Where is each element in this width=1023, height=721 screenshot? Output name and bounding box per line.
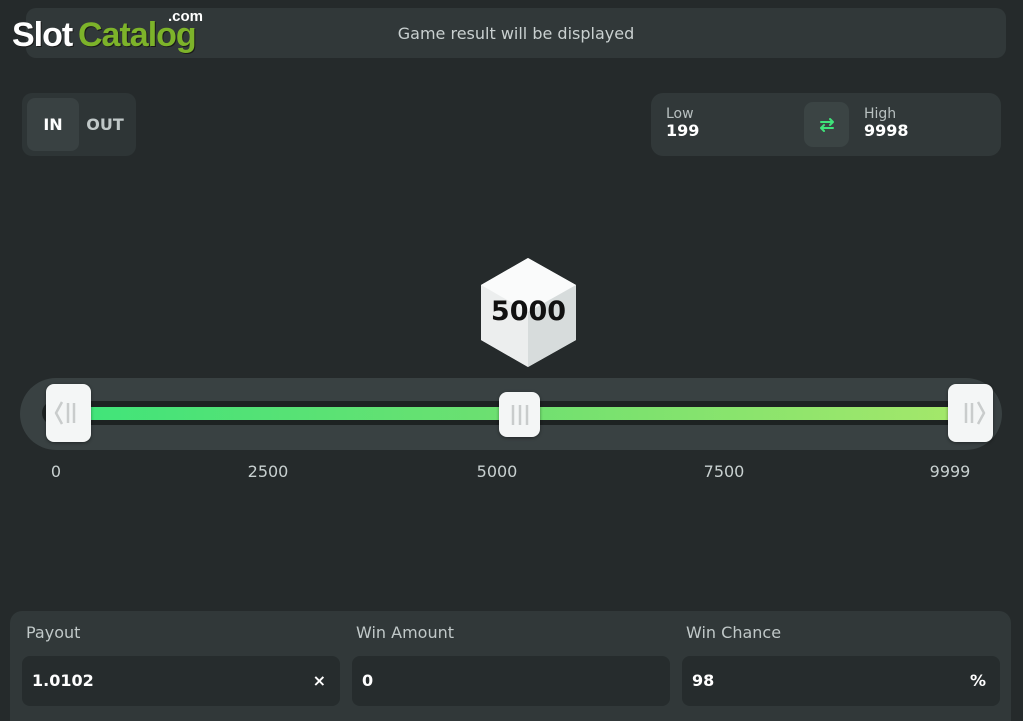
payout-value: 1.0102	[32, 671, 94, 690]
mode-in-button[interactable]: IN	[27, 98, 79, 151]
high-field[interactable]: High 9998	[864, 106, 909, 140]
win-chance-value: 98	[692, 671, 715, 690]
grip-right-icon	[964, 401, 985, 425]
win-chance-input[interactable]: 98 %	[682, 656, 1000, 706]
slider-handle-high[interactable]	[948, 384, 993, 442]
payout-input[interactable]: 1.0102 ×	[22, 656, 340, 706]
low-label: Low	[666, 106, 694, 122]
low-value: 199	[666, 121, 700, 140]
result-cube-value: 5000	[490, 296, 567, 327]
tick-label: 9999	[929, 462, 971, 481]
stats-panel: Payout 1.0102 × Win Amount 0 Win Chance …	[10, 611, 1011, 721]
result-text: Game result will be displayed	[397, 23, 635, 43]
multiplier-icon: ×	[312, 671, 326, 690]
high-label: High	[864, 106, 897, 122]
win-amount-input[interactable]: 0	[352, 656, 670, 706]
mode-toggle: IN OUT	[22, 93, 136, 156]
grip-icon	[511, 404, 528, 425]
mode-out-button[interactable]: OUT	[79, 98, 131, 151]
swap-button[interactable]	[804, 102, 849, 147]
payout-label: Payout	[26, 623, 81, 642]
slotcatalog-logo: Slot Catalog .com	[12, 8, 204, 54]
range-slider	[20, 378, 1002, 450]
range-selector: Low 199 High 9998	[651, 93, 1001, 156]
tick-label: 7500	[703, 462, 745, 481]
slider-marker[interactable]	[499, 392, 540, 437]
tick-label: 0	[50, 462, 62, 481]
slider-handle-low[interactable]	[46, 384, 91, 442]
high-value: 9998	[864, 121, 909, 140]
tick-label: 5000	[476, 462, 518, 481]
win-amount-label: Win Amount	[356, 623, 455, 642]
grip-left-icon	[54, 401, 75, 425]
win-chance-label: Win Chance	[686, 623, 782, 642]
percent-icon: %	[969, 671, 986, 690]
swap-arrows-icon	[819, 117, 834, 132]
tick-label: 2500	[247, 462, 289, 481]
low-field[interactable]: Low 199	[666, 106, 699, 140]
win-amount-value: 0	[362, 671, 374, 690]
